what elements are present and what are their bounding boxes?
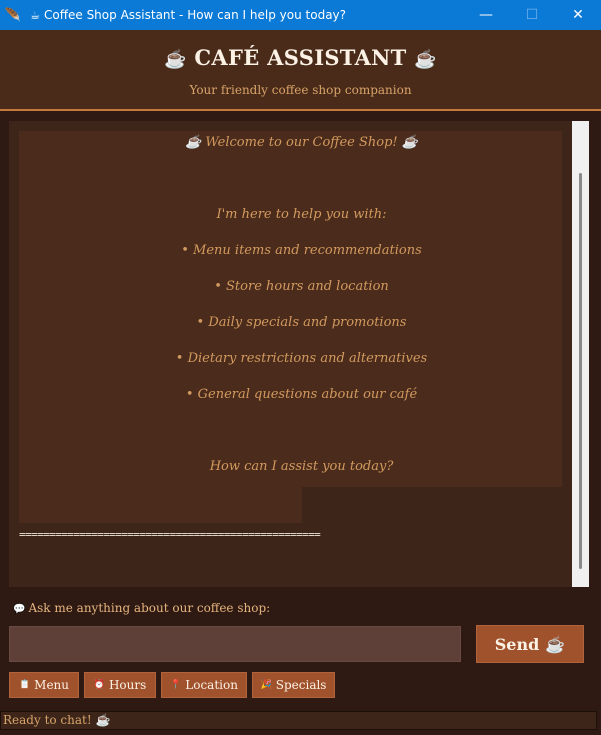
scrollbar-thumb[interactable] — [579, 173, 582, 569]
welcome-message-block-tail — [19, 487, 302, 523]
clipboard-icon: 📋 — [18, 680, 31, 690]
window-titlebar[interactable]: 🪶 ☕ Coffee Shop Assistant - How can I he… — [0, 0, 601, 30]
hours-button[interactable]: ⏰ Hours — [84, 672, 156, 698]
location-button[interactable]: 📍 Location — [161, 672, 247, 698]
maximize-button[interactable]: ☐ — [509, 0, 555, 30]
coffee-cup-icon: ☕ — [30, 8, 40, 22]
welcome-heading: ☕ Welcome to our Coffee Shop! ☕ — [185, 135, 418, 150]
chat-input[interactable] — [9, 626, 461, 662]
specials-button-label: Specials — [275, 678, 327, 692]
location-button-label: Location — [185, 678, 238, 692]
coffee-cup-icon: ☕ — [414, 49, 437, 70]
welcome-bullet: • Daily specials and promotions — [196, 315, 407, 330]
app-title: ☕ CAFÉ ASSISTANT ☕ — [0, 45, 601, 70]
coffee-cup-icon: ☕ — [164, 49, 187, 70]
input-label: 💬 Ask me anything about our coffee shop: — [13, 601, 270, 615]
party-popper-icon: 🎉 — [260, 680, 272, 690]
location-pin-icon: 📍 — [170, 680, 182, 690]
minimize-button[interactable]: — — [463, 0, 509, 30]
hours-button-label: Hours — [108, 678, 147, 692]
welcome-message-block — [19, 131, 562, 487]
send-button[interactable]: Send ☕ — [476, 625, 584, 663]
welcome-bullet: • General questions about our café — [185, 387, 418, 402]
menu-button-label: Menu — [34, 678, 70, 692]
clock-icon: ⏰ — [93, 680, 105, 690]
window-title: Coffee Shop Assistant - How can I help y… — [44, 8, 347, 22]
welcome-bullet: • Dietary restrictions and alternatives — [175, 351, 428, 366]
header: ☕ CAFÉ ASSISTANT ☕ Your friendly coffee … — [0, 30, 601, 111]
chat-scrollbar[interactable] — [572, 121, 589, 587]
status-bar: Ready to chat! ☕ — [0, 711, 597, 730]
close-button[interactable]: ✕ — [555, 0, 601, 30]
send-button-label: Send — [494, 634, 540, 654]
message-separator: ========================================… — [19, 528, 321, 541]
specials-button[interactable]: 🎉 Specials — [252, 672, 335, 698]
welcome-line: I'm here to help you with: — [216, 207, 387, 222]
welcome-bullet: • Menu items and recommendations — [181, 243, 422, 258]
coffee-cup-icon: ☕ — [545, 634, 566, 654]
app-subtitle: Your friendly coffee shop companion — [189, 83, 412, 97]
input-label-text: Ask me anything about our coffee shop: — [28, 601, 271, 615]
welcome-bullet: • Store hours and location — [214, 279, 389, 294]
app-title-text: CAFÉ ASSISTANT — [194, 45, 407, 70]
feather-icon: 🪶 — [4, 7, 22, 23]
app-window: ☕ CAFÉ ASSISTANT ☕ Your friendly coffee … — [0, 30, 601, 735]
menu-button[interactable]: 📋 Menu — [9, 672, 79, 698]
welcome-question: How can I assist you today? — [209, 459, 394, 474]
chat-transcript[interactable]: ☕ Welcome to our Coffee Shop! ☕ I'm here… — [9, 121, 572, 587]
speech-bubble-icon: 💬 — [13, 604, 26, 615]
